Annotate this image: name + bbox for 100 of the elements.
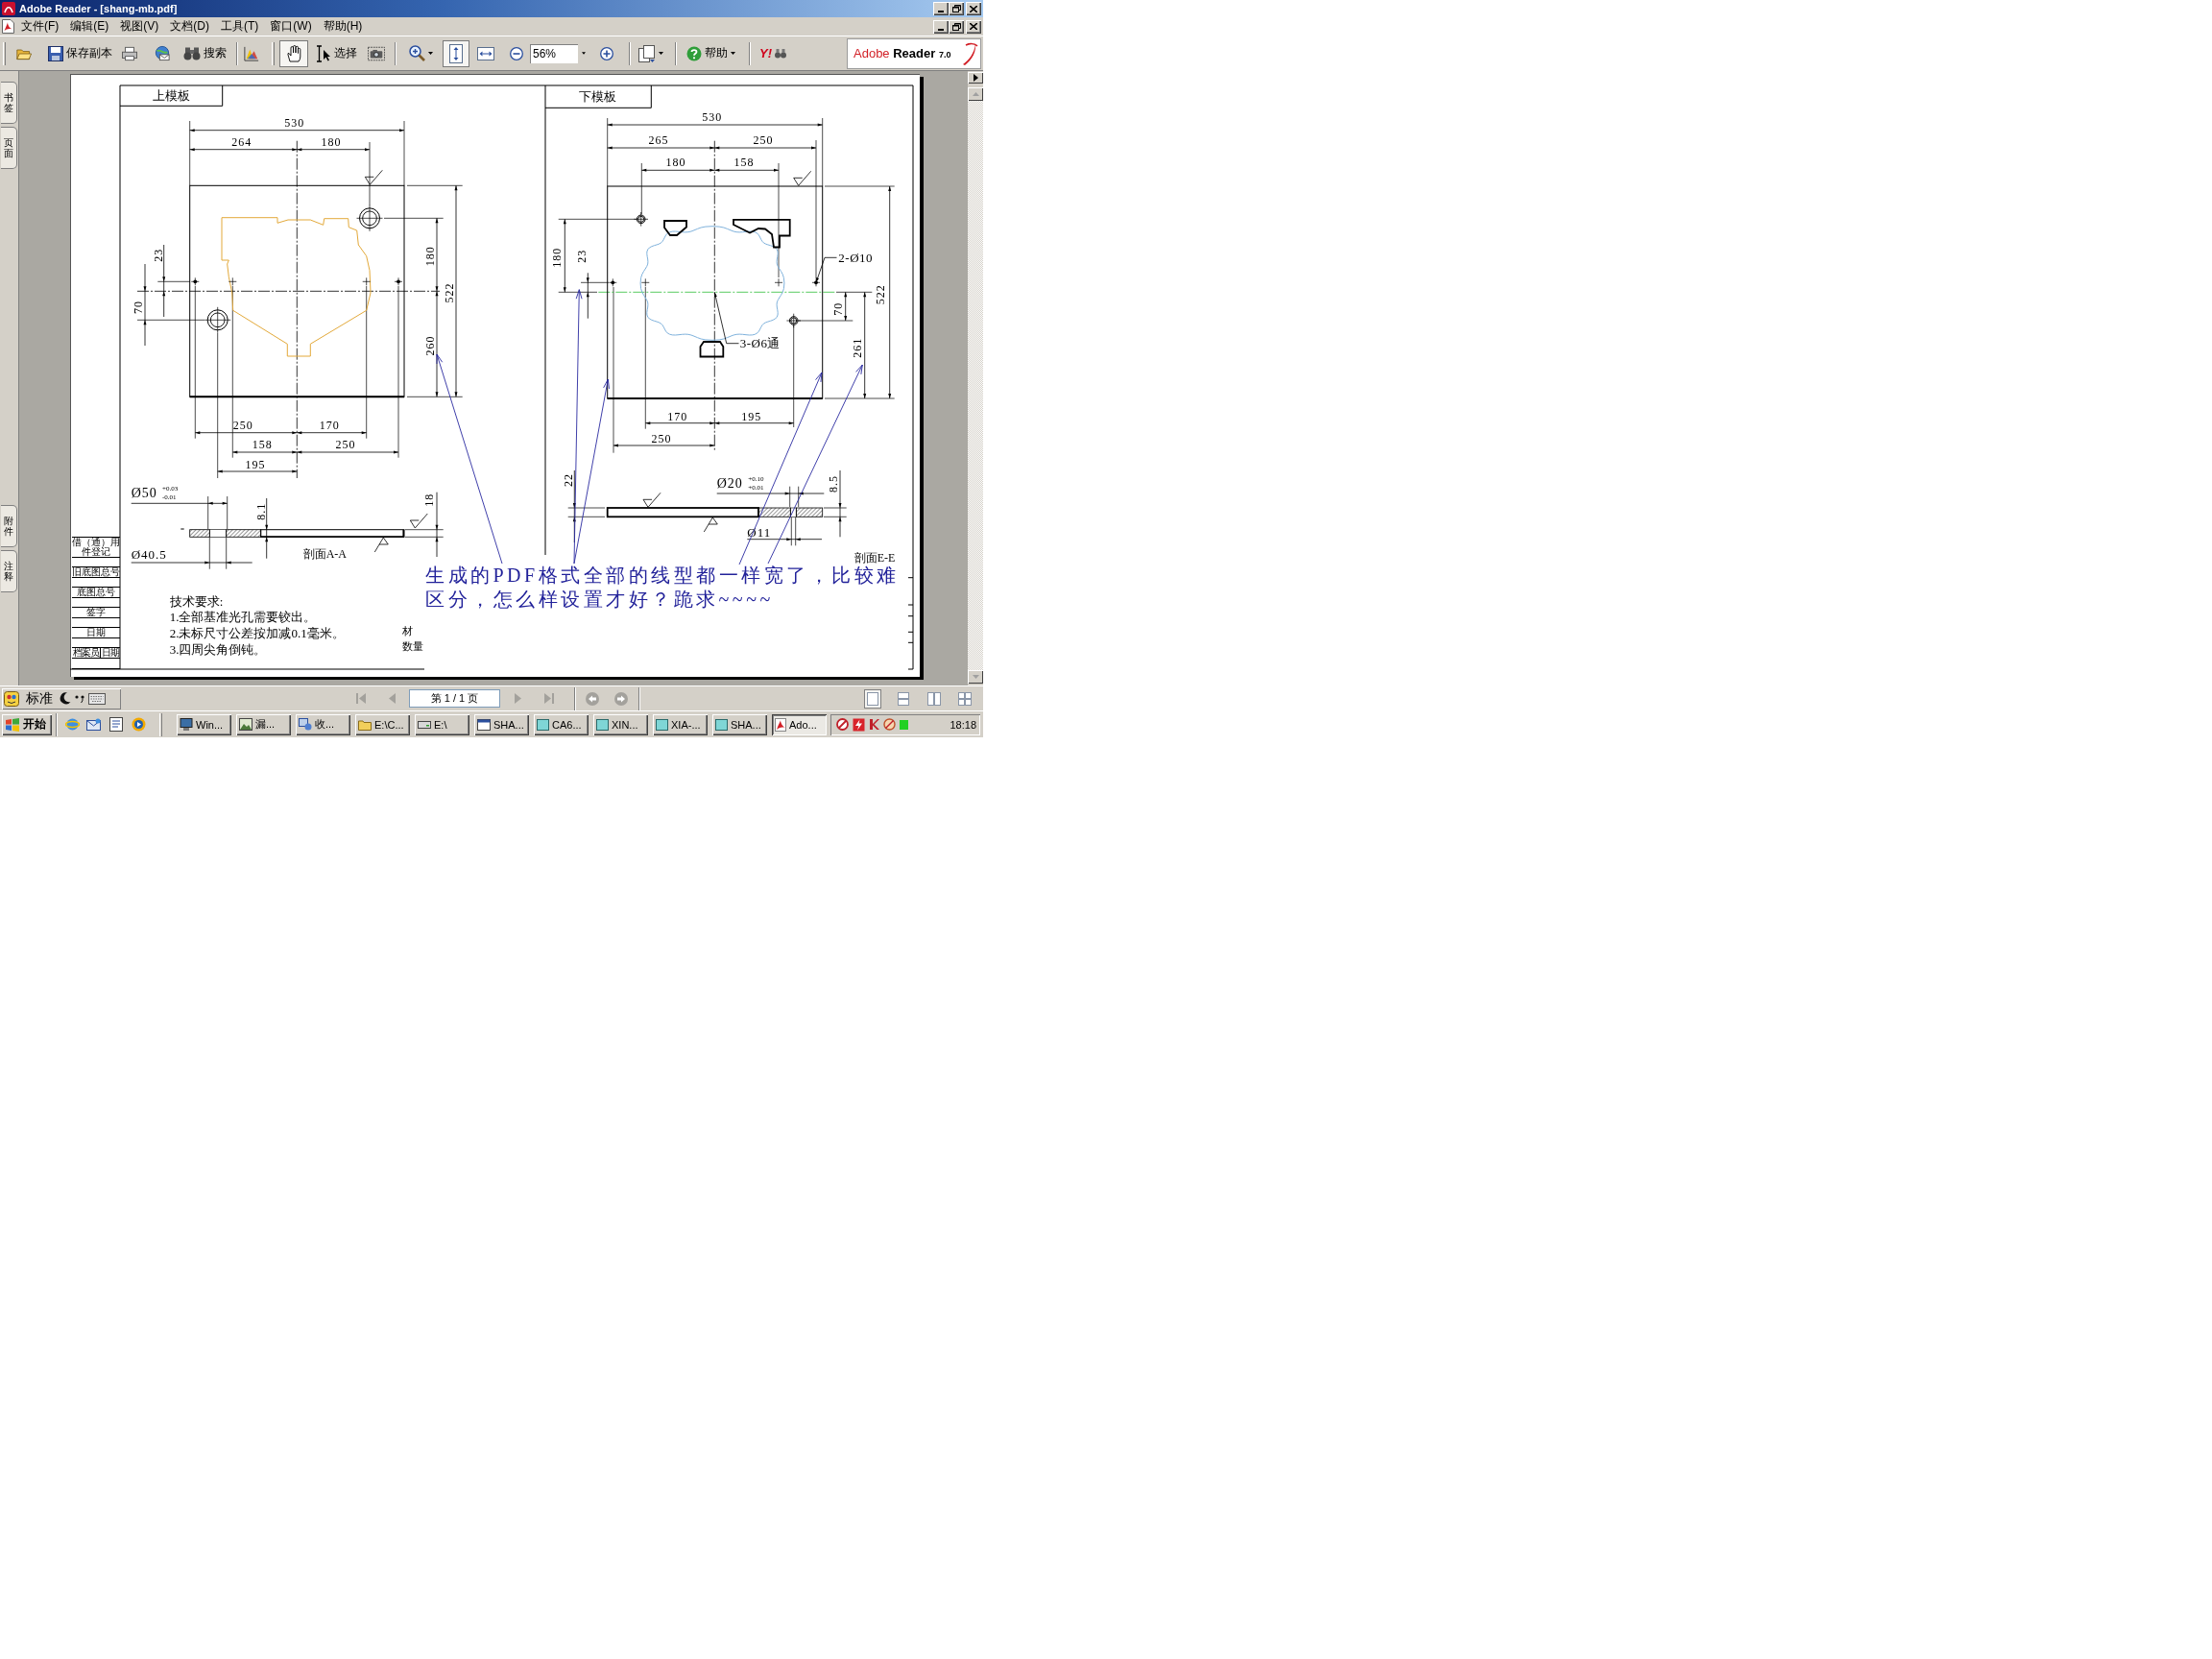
menu-item[interactable]: 文档(D) bbox=[165, 18, 214, 35]
side-tab[interactable]: 注释 bbox=[1, 550, 17, 592]
folder-icon bbox=[358, 718, 372, 731]
dimension-text: 264 bbox=[231, 134, 252, 149]
close-icon bbox=[970, 23, 977, 30]
scroll-down-button[interactable] bbox=[968, 670, 983, 684]
form-label: 数量 bbox=[402, 640, 424, 653]
taskbar-button[interactable]: XIA-... bbox=[653, 713, 708, 735]
color-chart-icon bbox=[244, 44, 259, 62]
quick-launch-button[interactable] bbox=[108, 714, 125, 734]
leader-line bbox=[713, 291, 739, 345]
taskbar-button[interactable]: Win... bbox=[177, 713, 231, 735]
minimize-icon bbox=[938, 11, 944, 12]
camera-icon bbox=[368, 45, 385, 61]
forward-icon bbox=[614, 691, 628, 706]
roughness-symbol-icon bbox=[793, 170, 812, 186]
extension-line bbox=[798, 320, 854, 322]
dimension-line bbox=[435, 492, 439, 558]
notepad-icon bbox=[109, 717, 123, 732]
side-tab[interactable]: 附件 bbox=[1, 505, 17, 547]
taskbar-button[interactable]: SHA... bbox=[474, 713, 529, 735]
extension-line bbox=[789, 486, 791, 508]
taskbar-button[interactable]: 漏... bbox=[236, 713, 291, 735]
pdf-icon bbox=[775, 717, 786, 732]
network-icon bbox=[299, 718, 312, 731]
taskbar-button[interactable]: XIN... bbox=[593, 713, 648, 735]
ime-icon bbox=[4, 690, 19, 707]
play-icon bbox=[131, 717, 146, 732]
minimize-button[interactable] bbox=[933, 2, 949, 15]
side-tab[interactable]: 页面 bbox=[1, 127, 17, 169]
bolt-hole bbox=[786, 313, 802, 328]
dimension-text: 530 bbox=[284, 115, 305, 130]
extension-line bbox=[208, 537, 210, 570]
dimension-text: 18 bbox=[422, 493, 437, 507]
taskbar-button[interactable]: CA6... bbox=[534, 713, 589, 735]
cutout-outline bbox=[663, 220, 687, 236]
facing-pages-icon bbox=[927, 691, 941, 706]
menu-item[interactable]: 编辑(E) bbox=[65, 18, 114, 35]
next-page-icon bbox=[514, 693, 521, 704]
close-button[interactable] bbox=[966, 19, 981, 34]
extension-line bbox=[790, 517, 792, 546]
menu-item[interactable]: 工具(T) bbox=[216, 18, 264, 35]
extension-line bbox=[207, 495, 209, 530]
extension-line bbox=[795, 517, 797, 546]
section-title: 剖面E-E bbox=[854, 551, 896, 565]
page-number-field[interactable]: 第 1 / 1 页 bbox=[409, 689, 500, 708]
taskbar-button[interactable]: 收... bbox=[296, 713, 350, 735]
extension-line bbox=[404, 529, 445, 531]
save-copy-button[interactable]: 保存副本 bbox=[42, 39, 117, 67]
restore-button[interactable] bbox=[949, 19, 964, 34]
pin-hole bbox=[228, 276, 237, 286]
taskbar-button[interactable]: SHA... bbox=[712, 713, 767, 735]
tool-button[interactable]: 选择 bbox=[312, 39, 360, 67]
input-mode-text[interactable]: 标准 bbox=[26, 689, 53, 708]
menu-item[interactable]: 帮助(H) bbox=[318, 18, 368, 35]
app-icon bbox=[715, 718, 728, 731]
pin-hole bbox=[774, 277, 783, 287]
close-button[interactable] bbox=[966, 2, 981, 15]
extension-line bbox=[640, 162, 642, 215]
computer-icon bbox=[180, 718, 193, 731]
menu-item[interactable]: 视图(V) bbox=[115, 18, 164, 35]
zoom-field[interactable]: 56% bbox=[530, 43, 578, 63]
restore-button[interactable] bbox=[949, 2, 964, 15]
help-button[interactable]: 帮助 bbox=[681, 39, 740, 67]
app-icon bbox=[2, 2, 15, 15]
tool-button[interactable] bbox=[279, 39, 308, 67]
scroll-up-button[interactable] bbox=[968, 87, 983, 101]
extension-line bbox=[558, 291, 598, 293]
callout-text: 3-Ø6通 bbox=[739, 336, 781, 351]
fit-button[interactable] bbox=[443, 39, 469, 67]
bolt-hole bbox=[356, 204, 383, 232]
minimize-button[interactable] bbox=[933, 19, 949, 34]
side-tab[interactable]: 书签 bbox=[1, 82, 17, 124]
extension-line bbox=[406, 396, 464, 397]
dimension-text: Ø40.5 bbox=[131, 547, 167, 563]
yahoo-button[interactable]: Y! bbox=[755, 39, 791, 67]
k-shape-icon bbox=[869, 718, 879, 731]
menu-item[interactable]: 窗口(W) bbox=[265, 18, 317, 35]
section-title: 剖面A-A bbox=[302, 546, 347, 561]
up-triangle-icon bbox=[972, 92, 979, 96]
hand-icon bbox=[286, 44, 301, 62]
dimension-text: 180 bbox=[665, 156, 686, 169]
form-label: 日期 bbox=[101, 648, 120, 658]
dimension-text: 158 bbox=[733, 156, 755, 169]
callout-text: 2-Ø10 bbox=[838, 250, 873, 265]
taskbar-button[interactable]: E:\C... bbox=[355, 713, 410, 735]
start-button[interactable]: 开始 bbox=[2, 713, 52, 735]
dimension-text: 260 bbox=[422, 335, 437, 356]
dimension-text: 250 bbox=[335, 438, 356, 452]
search-button[interactable]: 搜索 bbox=[179, 39, 230, 67]
roughness-symbol-icon bbox=[373, 537, 389, 553]
caret-icon bbox=[582, 52, 586, 55]
taskbar-button[interactable]: Ado... bbox=[772, 713, 827, 735]
pane-toggle-button[interactable] bbox=[968, 72, 983, 84]
bolt-hole bbox=[204, 306, 231, 334]
menu-item[interactable]: 文件(F) bbox=[16, 18, 64, 35]
taskbar-button[interactable]: E:\ bbox=[415, 713, 469, 735]
dimension-text: 250 bbox=[753, 133, 774, 147]
page-layout-button[interactable] bbox=[864, 688, 881, 709]
dimension-text: 265 bbox=[648, 133, 669, 147]
